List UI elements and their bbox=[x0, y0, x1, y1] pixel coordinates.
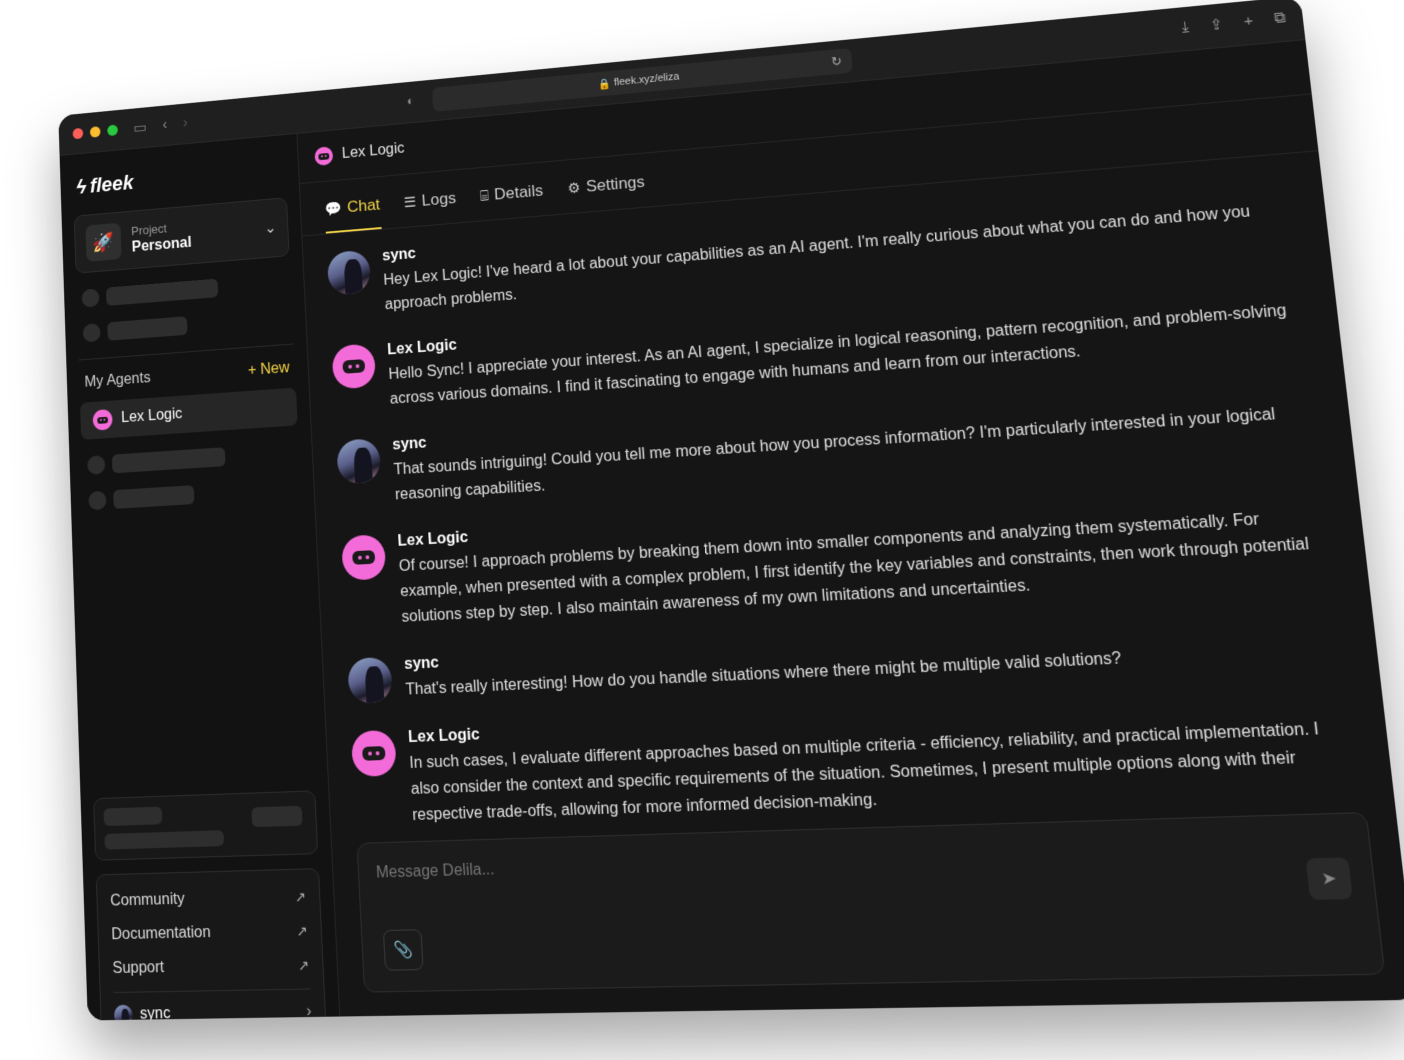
message-input[interactable] bbox=[373, 840, 1177, 884]
chevron-down-icon: ⌄ bbox=[264, 220, 277, 237]
agents-title: My Agents bbox=[84, 369, 151, 391]
address-text: fleek.xyz/eliza bbox=[613, 70, 680, 89]
new-agent-button[interactable]: + New bbox=[248, 360, 290, 380]
external-arrow-icon: ↗ bbox=[296, 922, 308, 939]
screenshot-stage: ▭ ‹ › ◐ 🔒 fleek.xyz/eliza ↻ ⤓ ⇪ + ⧉ ϟ fl… bbox=[0, 0, 1404, 1060]
paperclip-icon[interactable]: 📎 bbox=[382, 929, 424, 971]
community-link[interactable]: Community ↗ bbox=[110, 880, 307, 919]
lock-icon: 🔒 bbox=[597, 77, 615, 91]
forward-arrow-icon[interactable]: › bbox=[183, 115, 188, 132]
share-icon[interactable]: ⇪ bbox=[1209, 15, 1224, 34]
message-user: sync That's really interesting! How do y… bbox=[347, 612, 1349, 706]
skeleton-nav-item bbox=[81, 273, 285, 308]
sidebar-toggle-icon[interactable]: ▭ bbox=[133, 118, 147, 137]
chat-bubble-icon: 💬 bbox=[324, 200, 343, 218]
shield-icon[interactable]: ◐ bbox=[406, 93, 414, 107]
close-window-button[interactable] bbox=[72, 127, 84, 140]
user-menu[interactable]: sync › bbox=[113, 988, 312, 1021]
message-composer: 📎 ➤ bbox=[356, 811, 1386, 993]
message-agent: Lex Logic In such cases, I evaluate diff… bbox=[350, 691, 1365, 831]
robot-icon: ⌸ bbox=[479, 187, 490, 205]
user-avatar bbox=[326, 249, 372, 296]
external-arrow-icon: ↗ bbox=[297, 956, 310, 973]
browser-window: ▭ ‹ › ◐ 🔒 fleek.xyz/eliza ↻ ⤓ ⇪ + ⧉ ϟ fl… bbox=[58, 0, 1404, 1021]
sidebar: ϟ fleek 🚀 Project Personal ⌄ My Agents + bbox=[59, 133, 341, 1021]
resource-links: Community ↗ Documentation ↗ Support ↗ sy… bbox=[95, 868, 328, 1021]
skeleton-agent-item bbox=[87, 443, 294, 475]
user-name: sync bbox=[139, 1005, 171, 1021]
tabs-overview-icon[interactable]: ⧉ bbox=[1273, 9, 1286, 28]
tab-label: Settings bbox=[585, 172, 646, 196]
usage-skeleton bbox=[93, 790, 319, 861]
bot-avatar-icon bbox=[341, 534, 387, 581]
back-arrow-icon[interactable]: ‹ bbox=[162, 117, 167, 134]
download-icon[interactable]: ⤓ bbox=[1181, 19, 1190, 37]
logo-text: fleek bbox=[89, 170, 134, 198]
tab-label: Chat bbox=[346, 195, 381, 216]
traffic-lights bbox=[72, 124, 118, 140]
documentation-link[interactable]: Documentation ↗ bbox=[111, 914, 309, 953]
agents-header: My Agents + New bbox=[84, 360, 290, 392]
fleek-logo[interactable]: ϟ fleek bbox=[76, 157, 286, 199]
rocket-icon: 🚀 bbox=[85, 222, 122, 262]
tab-logs[interactable]: ☰ Logs bbox=[403, 189, 457, 227]
tab-settings[interactable]: ⚙ Settings bbox=[567, 173, 647, 214]
user-avatar bbox=[113, 1004, 133, 1021]
bot-icon bbox=[314, 146, 334, 167]
reload-icon[interactable]: ↻ bbox=[831, 54, 843, 70]
user-avatar bbox=[336, 438, 382, 485]
agent-label: Lex Logic bbox=[120, 405, 183, 426]
agent-title: Lex Logic bbox=[341, 140, 405, 162]
skeleton-agent-item bbox=[88, 479, 295, 511]
gear-icon: ⚙ bbox=[567, 180, 581, 198]
user-avatar bbox=[347, 656, 393, 704]
project-value: Personal bbox=[131, 234, 192, 255]
external-arrow-icon: ↗ bbox=[294, 888, 307, 905]
project-text: Project Personal bbox=[131, 219, 192, 256]
app-layout: ϟ fleek 🚀 Project Personal ⌄ My Agents + bbox=[59, 40, 1404, 1021]
new-tab-icon[interactable]: + bbox=[1243, 12, 1254, 30]
browser-actions: ⤓ ⇪ + ⧉ bbox=[1181, 9, 1287, 36]
message-list: sync Hey Lex Logic! I've heard a lot abo… bbox=[302, 151, 1396, 843]
link-label: Support bbox=[112, 959, 165, 978]
bolt-icon: ϟ bbox=[75, 175, 87, 199]
bot-avatar-icon bbox=[331, 343, 377, 390]
bot-icon bbox=[92, 408, 113, 431]
tab-label: Logs bbox=[421, 188, 457, 210]
send-icon[interactable]: ➤ bbox=[1305, 857, 1353, 900]
project-selector[interactable]: 🚀 Project Personal ⌄ bbox=[73, 197, 290, 274]
chevron-right-icon: › bbox=[305, 1002, 312, 1021]
main-panel: Lex Logic 💬 Chat ☰ Logs ⌸ Details ⚙ Sett… bbox=[297, 40, 1404, 1017]
support-link[interactable]: Support ↗ bbox=[112, 948, 310, 986]
sidebar-divider bbox=[78, 343, 294, 361]
tab-label: Details bbox=[493, 181, 544, 204]
maximize-window-button[interactable] bbox=[107, 124, 118, 137]
minimize-window-button[interactable] bbox=[89, 126, 101, 138]
link-label: Documentation bbox=[111, 924, 211, 944]
tab-details[interactable]: ⌸ Details bbox=[480, 181, 545, 220]
list-icon: ☰ bbox=[403, 194, 417, 212]
tab-chat[interactable]: 💬 Chat bbox=[324, 195, 382, 234]
skeleton-nav-item bbox=[82, 308, 288, 343]
message-agent: Lex Logic Of course! I approach problems… bbox=[341, 480, 1340, 634]
sidebar-agent-lex-logic[interactable]: Lex Logic bbox=[79, 387, 298, 440]
link-label: Community bbox=[109, 890, 185, 910]
bot-avatar-icon bbox=[350, 729, 397, 778]
